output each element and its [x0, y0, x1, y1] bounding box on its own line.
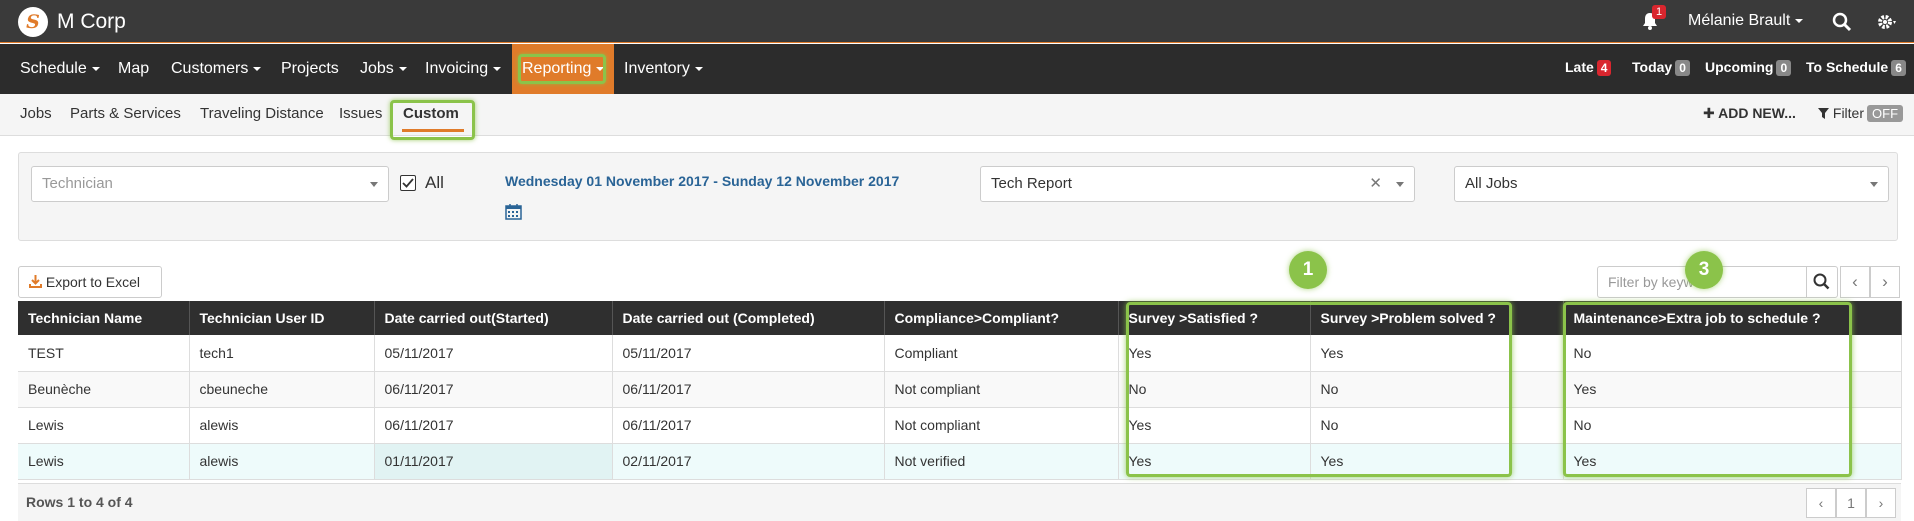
nav-customers[interactable]: Customers	[171, 44, 262, 94]
survey-columns-highlight	[1126, 302, 1512, 477]
nav-inventory[interactable]: Inventory	[624, 44, 703, 94]
gear-icon[interactable]	[1877, 11, 1899, 33]
table-cell: alewis	[189, 407, 375, 444]
caret-down-icon	[253, 66, 262, 71]
funnel-icon	[1818, 108, 1829, 119]
table-cell: tech1	[189, 335, 375, 372]
status-today[interactable]: Today 0	[1632, 59, 1690, 76]
caret-down-icon	[398, 66, 407, 71]
status-to-schedule[interactable]: To Schedule 6	[1806, 59, 1906, 76]
filter-toggle[interactable]: Filter OFF	[1818, 105, 1904, 122]
nav-invoicing[interactable]: Invoicing	[425, 44, 502, 94]
column-header[interactable]: Date carried out(Started)	[374, 301, 613, 335]
chevron-right-icon: ›	[1878, 495, 1884, 511]
app-logo[interactable]: S	[18, 7, 48, 37]
table-cell: 01/11/2017	[374, 443, 613, 480]
footer-next-button[interactable]: ›	[1866, 488, 1896, 518]
table-cell: cbeuneche	[189, 371, 375, 408]
next-page-button[interactable]: ›	[1870, 266, 1900, 298]
all-checkbox[interactable]	[400, 175, 416, 191]
table-cell: 06/11/2017	[612, 371, 885, 408]
table-cell: 06/11/2017	[374, 407, 613, 444]
search-icon	[1813, 273, 1830, 290]
nav-projects[interactable]: Projects	[281, 44, 339, 94]
subnav-traveling-distance[interactable]: Traveling Distance	[200, 105, 324, 122]
column-header[interactable]: Compliance>Compliant?	[884, 301, 1119, 335]
caret-down-icon	[493, 66, 502, 71]
chevron-left-icon: ‹	[1852, 272, 1858, 291]
download-icon	[29, 275, 42, 288]
caret-down-icon	[694, 66, 703, 71]
caret-down-icon	[1795, 18, 1804, 23]
caret-down-icon	[91, 66, 100, 71]
table-cell: 05/11/2017	[612, 335, 885, 372]
caret-down-icon	[1396, 182, 1404, 187]
table-cell: alewis	[189, 443, 375, 480]
status-upcoming[interactable]: Upcoming 0	[1705, 59, 1792, 76]
table-cell: 05/11/2017	[374, 335, 613, 372]
column-header[interactable]: Technician Name	[18, 301, 190, 335]
rows-summary: Rows 1 to 4 of 4	[26, 494, 133, 510]
calendar-icon[interactable]	[505, 203, 522, 220]
prev-page-button[interactable]: ‹	[1840, 266, 1870, 298]
table-cell: Lewis	[18, 443, 190, 480]
brand-name[interactable]: M Corp	[57, 10, 126, 34]
export-excel-button[interactable]: Export to Excel	[18, 266, 162, 298]
check-icon	[402, 178, 414, 188]
main-nav: Schedule Map Customers Projects Jobs Inv…	[0, 44, 1914, 94]
jobs-select[interactable]: All Jobs	[1454, 166, 1889, 202]
table-cell: Lewis	[18, 407, 190, 444]
chevron-right-icon: ›	[1882, 272, 1888, 291]
highlight-box	[390, 100, 475, 140]
footer-prev-button[interactable]: ‹	[1806, 488, 1836, 518]
table-cell: Compliant	[884, 335, 1119, 372]
column-header[interactable]: Date carried out (Completed)	[612, 301, 885, 335]
subnav-jobs[interactable]: Jobs	[20, 105, 52, 122]
table-cell: Not compliant	[884, 407, 1119, 444]
table-cell: Not verified	[884, 443, 1119, 480]
all-label: All	[425, 173, 444, 192]
table-cell: Beunèche	[18, 371, 190, 408]
sub-nav: Jobs Parts & Services Traveling Distance…	[0, 94, 1914, 136]
clear-icon[interactable]: ✕	[1369, 167, 1382, 201]
annotation-marker-1: 1	[1289, 251, 1327, 289]
nav-reporting[interactable]: Reporting	[512, 44, 615, 94]
annotation-marker-3: 3	[1685, 251, 1723, 289]
nav-schedule[interactable]: Schedule	[20, 44, 100, 94]
top-bar: S M Corp 1 Mélanie Brault	[0, 0, 1914, 43]
status-late[interactable]: Late 4	[1565, 59, 1612, 76]
page-number-button[interactable]: 1	[1836, 488, 1866, 518]
technician-select[interactable]: Technician	[31, 166, 389, 202]
report-select[interactable]: Tech Report ✕	[980, 166, 1415, 202]
date-range-link[interactable]: Wednesday 01 November 2017 - Sunday 12 N…	[505, 173, 899, 189]
table-footer: Rows 1 to 4 of 4 ‹ 1 ›	[18, 483, 1901, 521]
table-cell: Not compliant	[884, 371, 1119, 408]
highlight-box	[518, 54, 606, 84]
search-icon[interactable]	[1832, 12, 1852, 32]
table-cell: 06/11/2017	[612, 407, 885, 444]
filter-state-badge: OFF	[1867, 105, 1904, 122]
table-cell: TEST	[18, 335, 190, 372]
table-cell: 06/11/2017	[374, 371, 613, 408]
nav-jobs[interactable]: Jobs	[360, 44, 407, 94]
subnav-issues[interactable]: Issues	[339, 105, 382, 122]
notification-badge: 1	[1652, 5, 1667, 19]
caret-down-icon	[1870, 182, 1878, 187]
keyword-search-button[interactable]	[1806, 266, 1838, 298]
column-header[interactable]: Technician User ID	[189, 301, 375, 335]
chevron-left-icon: ‹	[1818, 495, 1824, 511]
subnav-parts-services[interactable]: Parts & Services	[70, 105, 181, 122]
caret-down-icon	[370, 182, 378, 187]
user-menu[interactable]: Mélanie Brault	[1688, 12, 1804, 30]
maintenance-column-highlight	[1563, 302, 1852, 477]
nav-map[interactable]: Map	[118, 44, 149, 94]
table-cell: 02/11/2017	[612, 443, 885, 480]
add-new-button[interactable]: ✚ ADD NEW...	[1703, 105, 1796, 122]
